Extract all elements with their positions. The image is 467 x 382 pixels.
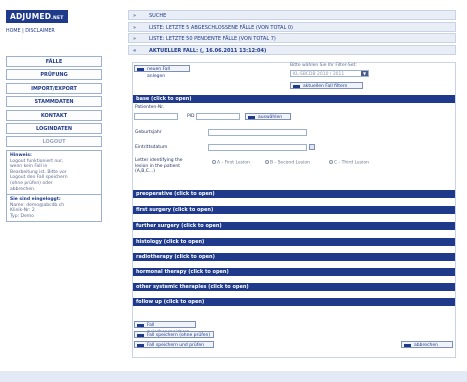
login-info-box: Sie sind eingeloggt: Name: demo@abcdb.ch… bbox=[6, 194, 102, 223]
footer-bar bbox=[0, 371, 467, 382]
top-links: HOME | DISCLAIMER bbox=[6, 29, 101, 34]
row-pending-cases[interactable]: » LISTE: LETZTE 50 PENDENTE FÄLLE (VON TO… bbox=[128, 33, 456, 43]
main-nav: FÄLLE PRÜFUNG IMPORT/EXPORT STAMMDATEN K… bbox=[6, 56, 102, 150]
nav-logout[interactable]: LOGOUT bbox=[6, 136, 102, 148]
apply-filter-button[interactable]: aktuellen Fall filtern bbox=[290, 82, 363, 89]
row-current-case[interactable]: «AKTUELLER FALL: (, 16.06.2011 13:12:04) bbox=[128, 44, 456, 55]
patient-nr-input[interactable] bbox=[134, 113, 178, 120]
hint-box: Hinweis: Logout funktioniert nur, wenn k… bbox=[6, 150, 102, 196]
section-other-systemic-header[interactable]: other systemic therapies (click to open) bbox=[133, 283, 455, 291]
chevron-down-icon: ▼ bbox=[361, 71, 368, 76]
nav-pruefung[interactable]: PRÜFUNG bbox=[6, 69, 102, 81]
lesion-radio-a[interactable]: A - First Lesion bbox=[212, 160, 250, 166]
birth-year-label: Geburtsjahr bbox=[135, 130, 162, 135]
save-no-check-button[interactable]: Fall speichern (ohne prüfen) bbox=[134, 331, 214, 338]
radio-icon bbox=[212, 160, 216, 164]
section-preoperative-header[interactable]: preoperative (click to open) bbox=[133, 190, 455, 198]
login-type: Typ: Demo bbox=[10, 213, 34, 219]
nav-faelle[interactable]: FÄLLE bbox=[6, 56, 102, 67]
pid-label: PID bbox=[187, 114, 195, 119]
save-temp-button[interactable]: Fall zwischenspeichern bbox=[134, 321, 196, 335]
collapse-arrow-icon: « bbox=[133, 47, 137, 54]
lesion-letter-label: Letter identifying the lesion in the pat… bbox=[135, 158, 183, 175]
save-and-check-button[interactable]: Fall speichern und prüfen bbox=[134, 341, 214, 348]
expand-arrow-icon: » bbox=[133, 36, 137, 42]
app-frame: ADJUMED.NET HOME | DISCLAIMER FÄLLE PRÜF… bbox=[0, 0, 467, 382]
expand-arrow-icon: » bbox=[133, 24, 137, 31]
expand-arrow-icon: » bbox=[133, 13, 137, 19]
radio-icon bbox=[329, 160, 333, 164]
button-icon bbox=[137, 323, 144, 327]
row-suche[interactable]: » SUCHE bbox=[128, 10, 456, 20]
section-histology-header[interactable]: histology (click to open) bbox=[133, 238, 455, 246]
entry-date-label: Eintrittsdatum bbox=[135, 145, 168, 150]
hint-line: abbrechen. bbox=[10, 186, 36, 192]
row-closed-cases[interactable]: » LISTE: LETZTE 5 ABGESCHLOSSENE FÄLLE (V… bbox=[128, 21, 456, 32]
calendar-icon[interactable] bbox=[309, 144, 315, 150]
adjumed-logo[interactable]: ADJUMED.NET bbox=[6, 10, 68, 23]
header-left: ADJUMED.NET HOME | DISCLAIMER bbox=[6, 10, 101, 34]
cancel-button[interactable]: abbrechen bbox=[401, 341, 453, 348]
section-base-header[interactable]: base (click to open) bbox=[133, 95, 455, 103]
button-icon bbox=[137, 333, 144, 337]
section-radiotherapy-header[interactable]: radiotherapy (click to open) bbox=[133, 253, 455, 261]
filter-set-select[interactable]: KL-SBCDB 2010 / 2011 ▼ bbox=[290, 70, 369, 77]
button-icon bbox=[293, 84, 300, 88]
button-icon bbox=[404, 343, 411, 347]
lesion-radio-b[interactable]: B - Second Lesion bbox=[265, 160, 310, 166]
new-case-button[interactable]: neuen Fall anlegen bbox=[134, 65, 190, 79]
button-icon bbox=[137, 67, 144, 71]
case-panel: » SUCHE » LISTE: LETZTE 5 ABGESCHLOSSENE F… bbox=[128, 10, 456, 56]
link-separator: | bbox=[22, 29, 24, 34]
filter-set-label: Bitte wählen Sie Ihr Filter-Set: bbox=[290, 63, 357, 68]
section-hormonal-therapy-header[interactable]: hormonal therapy (click to open) bbox=[133, 268, 455, 276]
radio-icon bbox=[265, 160, 269, 164]
nav-logindaten[interactable]: LOGINDATEN bbox=[6, 122, 102, 134]
button-icon bbox=[137, 343, 144, 347]
entry-date-input[interactable] bbox=[208, 144, 307, 151]
lesion-radio-c[interactable]: C - Third Lesion bbox=[329, 160, 369, 166]
nav-import-export[interactable]: IMPORT/EXPORT bbox=[6, 82, 102, 94]
select-patient-button[interactable]: auswählen bbox=[245, 113, 291, 120]
section-follow-up-header[interactable]: follow up (click to open) bbox=[133, 298, 455, 306]
patient-nr-label: Patienten-Nr. bbox=[135, 105, 165, 110]
home-link[interactable]: HOME bbox=[6, 29, 21, 34]
nav-stammdaten[interactable]: STAMMDATEN bbox=[6, 96, 102, 108]
button-icon bbox=[248, 115, 255, 119]
disclaimer-link[interactable]: DISCLAIMER bbox=[25, 29, 54, 34]
section-first-surgery-header[interactable]: first surgery (click to open) bbox=[133, 206, 455, 214]
nav-kontakt[interactable]: KONTAKT bbox=[6, 109, 102, 121]
pid-input[interactable] bbox=[196, 113, 240, 120]
section-further-surgery-header[interactable]: further surgery (click to open) bbox=[133, 222, 455, 230]
birth-year-input[interactable] bbox=[208, 129, 307, 136]
